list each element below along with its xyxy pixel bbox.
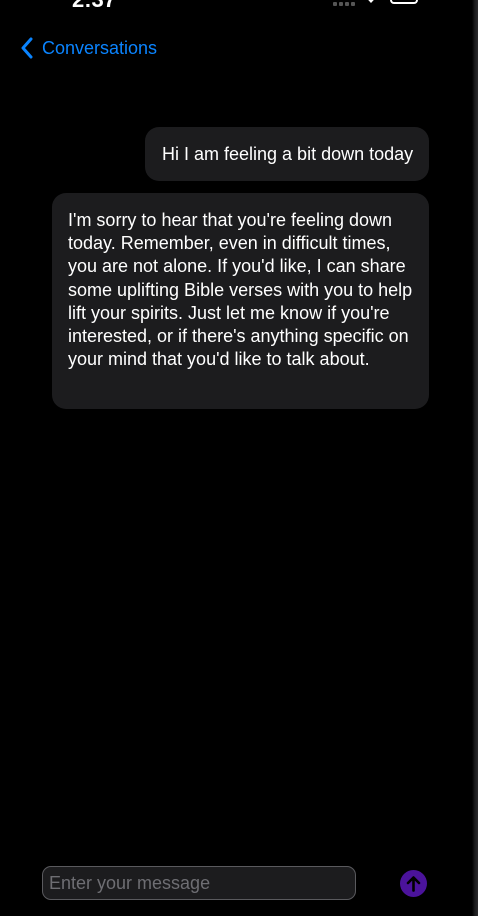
assistant-message-bubble: I'm sorry to hear that you're feeling do… <box>52 193 429 409</box>
status-time: 2:37 <box>72 0 116 12</box>
wifi-icon <box>368 0 374 3</box>
user-message-bubble: Hi I am feeling a bit down today <box>145 127 429 181</box>
status-bar: 2:37 <box>0 0 478 14</box>
battery-icon <box>390 0 418 4</box>
back-button[interactable]: Conversations <box>20 36 157 60</box>
send-button[interactable] <box>400 870 427 897</box>
cellular-signal-icon <box>333 2 355 6</box>
back-button-label: Conversations <box>42 37 158 58</box>
device-frame-edge <box>472 0 478 916</box>
chevron-left-icon <box>21 37 33 59</box>
arrow-up-icon <box>406 876 421 892</box>
message-input[interactable] <box>42 866 356 900</box>
